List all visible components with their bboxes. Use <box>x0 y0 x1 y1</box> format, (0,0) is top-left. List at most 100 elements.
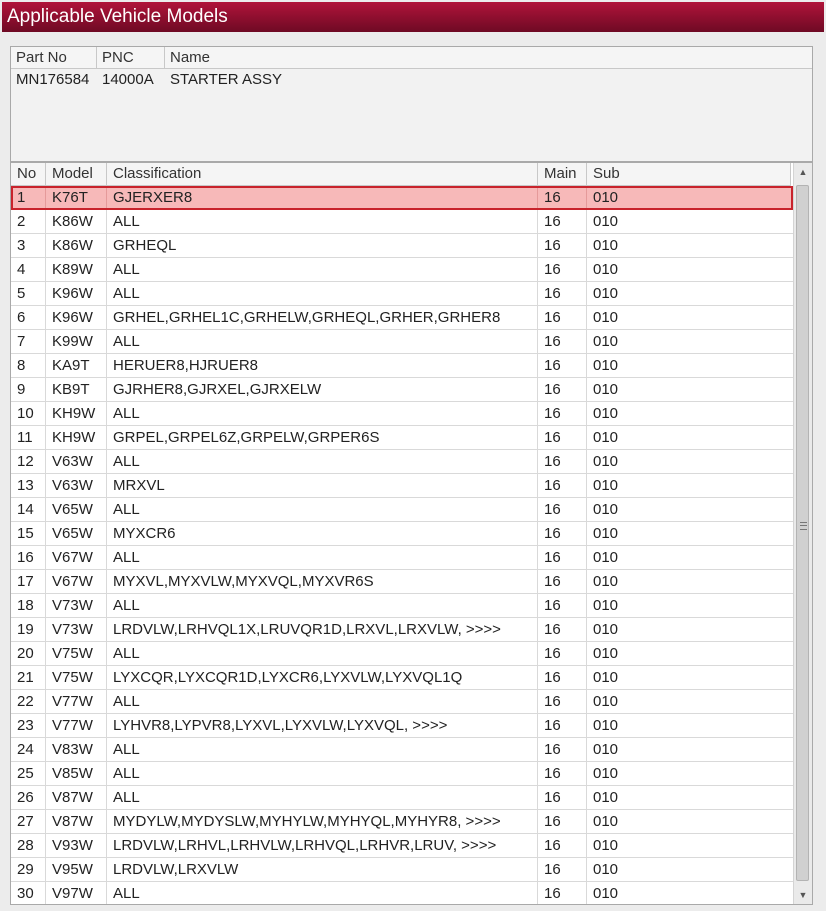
sub-cell: 010 <box>593 765 619 782</box>
sub-cell: 010 <box>593 573 619 590</box>
model-cell: V77W <box>46 690 107 713</box>
models-table: No Model Classification Main Sub 1 K76T GJ… <box>10 162 813 905</box>
table-row[interactable]: 12 V63W ALL 16 010 <box>11 450 793 474</box>
model-cell: K89W <box>46 258 107 281</box>
table-row[interactable]: 2 K86W ALL 16 010 <box>11 210 793 234</box>
model-cell: V77W <box>46 714 107 737</box>
classification-cell: HERUER8,HJRUER8 <box>107 354 538 377</box>
no-cell: 7 <box>11 330 46 353</box>
table-row[interactable]: 29 V95W LRDVLW,LRXVLW 16 010 <box>11 858 793 882</box>
no-cell: 9 <box>11 378 46 401</box>
sub-cell: 010 <box>593 309 619 326</box>
table-row[interactable]: 21 V75W LYXCQR,LYXCQR1D,LYXCR6,LYXVLW,LYXV… <box>11 666 793 690</box>
table-row[interactable]: 30 V97W ALL 16 010 <box>11 882 793 904</box>
table-row[interactable]: 13 V63W MRXVL 16 010 <box>11 474 793 498</box>
column-header-name[interactable]: Name <box>165 47 812 68</box>
column-header-sub[interactable]: Sub <box>587 163 791 185</box>
table-row[interactable]: 22 V77W ALL 16 010 <box>11 690 793 714</box>
table-row[interactable]: 14 V65W ALL 16 010 <box>11 498 793 522</box>
scroll-up-button[interactable]: ▲ <box>794 163 812 181</box>
classification-cell: LRDVLW,LRXVLW <box>107 858 538 881</box>
main-cell: 16 <box>538 762 587 785</box>
column-header-pnc[interactable]: PNC <box>97 47 165 68</box>
table-row[interactable]: 10 KH9W ALL 16 010 <box>11 402 793 426</box>
sub-cell: 010 <box>593 549 619 566</box>
sub-cell: 010 <box>593 237 619 254</box>
triangle-up-icon: ▲ <box>798 167 808 177</box>
no-cell: 15 <box>11 522 46 545</box>
table-row[interactable]: 18 V73W ALL 16 010 <box>11 594 793 618</box>
table-row[interactable]: 27 V87W MYDYLW,MYDYSLW,MYHYLW,MYHYQL,MYHYR… <box>11 810 793 834</box>
column-header-classification[interactable]: Classification <box>107 163 538 185</box>
no-cell: 20 <box>11 642 46 665</box>
table-row[interactable]: 8 KA9T HERUER8,HJRUER8 16 010 <box>11 354 793 378</box>
classification-cell: GJERXER8 <box>107 186 538 209</box>
grip-icon <box>800 522 807 530</box>
main-cell: 16 <box>538 786 587 809</box>
main-cell: 16 <box>538 354 587 377</box>
classification-cell: MYDYLW,MYDYSLW,MYHYLW,MYHYQL,MYHYR8, >>>… <box>107 810 538 833</box>
table-row[interactable]: 25 V85W ALL 16 010 <box>11 762 793 786</box>
table-row[interactable]: 3 K86W GRHEQL 16 010 <box>11 234 793 258</box>
table-row[interactable]: 23 V77W LYHVR8,LYPVR8,LYXVL,LYXVLW,LYXVQL,… <box>11 714 793 738</box>
sub-cell: 010 <box>593 213 619 230</box>
no-cell: 28 <box>11 834 46 857</box>
applicable-vehicle-models-window: Applicable Vehicle Models Part No PNC Na… <box>0 0 826 911</box>
sub-cell: 010 <box>593 477 619 494</box>
part-info-row[interactable]: MN176584 14000A STARTER ASSY <box>11 69 812 91</box>
model-cell: V63W <box>46 450 107 473</box>
column-header-model[interactable]: Model <box>46 163 107 185</box>
column-header-main[interactable]: Main <box>538 163 587 185</box>
vertical-scrollbar[interactable]: ▲ ▼ <box>793 163 812 904</box>
column-header-part-no[interactable]: Part No <box>11 47 97 68</box>
model-cell: K96W <box>46 306 107 329</box>
table-row[interactable]: 20 V75W ALL 16 010 <box>11 642 793 666</box>
model-cell: V87W <box>46 810 107 833</box>
name-cell: STARTER ASSY <box>170 71 282 88</box>
classification-cell: ALL <box>107 498 538 521</box>
table-row[interactable]: 5 K96W ALL 16 010 <box>11 282 793 306</box>
no-cell: 21 <box>11 666 46 689</box>
table-row[interactable]: 11 KH9W GRPEL,GRPEL6Z,GRPELW,GRPER6S 16 010 <box>11 426 793 450</box>
table-row[interactable]: 24 V83W ALL 16 010 <box>11 738 793 762</box>
table-row[interactable]: 4 K89W ALL 16 010 <box>11 258 793 282</box>
sub-cell: 010 <box>593 261 619 278</box>
no-cell: 23 <box>11 714 46 737</box>
no-cell: 4 <box>11 258 46 281</box>
table-row[interactable]: 17 V67W MYXVL,MYXVLW,MYXVQL,MYXVR6S 16 010 <box>11 570 793 594</box>
table-row[interactable]: 9 KB9T GJRHER8,GJRXEL,GJRXELW 16 010 <box>11 378 793 402</box>
main-cell: 16 <box>538 546 587 569</box>
classification-cell: MYXVL,MYXVLW,MYXVQL,MYXVR6S <box>107 570 538 593</box>
main-cell: 16 <box>538 834 587 857</box>
model-cell: K99W <box>46 330 107 353</box>
main-cell: 16 <box>538 378 587 401</box>
scrollbar-thumb[interactable] <box>796 185 809 881</box>
table-row[interactable]: 15 V65W MYXCR6 16 010 <box>11 522 793 546</box>
sub-cell: 010 <box>593 333 619 350</box>
table-row[interactable]: 19 V73W LRDVLW,LRHVQL1X,LRUVQR1D,LRXVL,LRX… <box>11 618 793 642</box>
no-cell: 11 <box>11 426 46 449</box>
classification-cell: ALL <box>107 210 538 233</box>
main-cell: 16 <box>538 426 587 449</box>
model-cell: V67W <box>46 546 107 569</box>
table-row[interactable]: 16 V67W ALL 16 010 <box>11 546 793 570</box>
model-cell: V85W <box>46 762 107 785</box>
classification-cell: ALL <box>107 330 538 353</box>
classification-cell: LRDVLW,LRHVQL1X,LRUVQR1D,LRXVL,LRXVLW, >… <box>107 618 538 641</box>
table-row[interactable]: 26 V87W ALL 16 010 <box>11 786 793 810</box>
table-row[interactable]: 7 K99W ALL 16 010 <box>11 330 793 354</box>
table-row[interactable]: 1 K76T GJERXER8 16 010 <box>11 186 793 210</box>
main-cell: 16 <box>538 210 587 233</box>
main-cell: 16 <box>538 402 587 425</box>
model-cell: V67W <box>46 570 107 593</box>
sub-cell: 010 <box>593 189 619 206</box>
sub-cell: 010 <box>593 357 619 374</box>
scroll-down-button[interactable]: ▼ <box>794 886 812 904</box>
column-header-no[interactable]: No <box>11 163 46 185</box>
model-cell: KH9W <box>46 426 107 449</box>
table-row[interactable]: 28 V93W LRDVLW,LRHVL,LRHVLW,LRHVQL,LRHVR,L… <box>11 834 793 858</box>
table-row[interactable]: 6 K96W GRHEL,GRHEL1C,GRHELW,GRHEQL,GRHER,G… <box>11 306 793 330</box>
no-cell: 22 <box>11 690 46 713</box>
sub-cell: 010 <box>593 405 619 422</box>
no-cell: 19 <box>11 618 46 641</box>
